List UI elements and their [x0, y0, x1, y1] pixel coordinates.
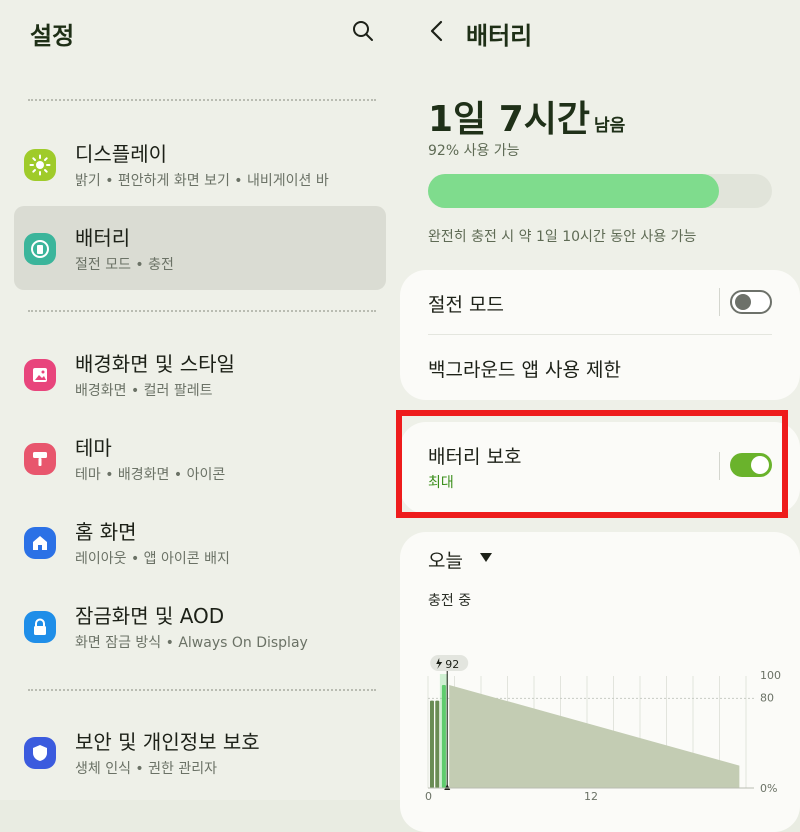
- chart-y-tick-label: 100: [760, 669, 781, 682]
- background-limit-label: 백그라운드 앱 사용 제한: [428, 359, 621, 381]
- sun-icon: [24, 149, 56, 181]
- settings-item-sub: 밝기 • 편안하게 화면 보기 • 내비게이션 바: [75, 173, 329, 189]
- settings-item-label: 배경화면 및 스타일: [75, 352, 235, 376]
- remaining-time: 1일 7시간 남음: [428, 90, 625, 142]
- chart-bar: [429, 700, 434, 788]
- power-saving-toggle[interactable]: [730, 290, 772, 314]
- remaining-suffix: 남음: [594, 116, 626, 136]
- settings-title: 설정: [30, 22, 75, 50]
- chart-y-tick-label: 0%: [760, 782, 777, 795]
- toggle-knob: [735, 294, 751, 310]
- lock-icon: [24, 611, 56, 643]
- battery-available: 92% 사용 가능: [428, 143, 520, 159]
- settings-item-label: 잠금화면 및 AOD: [75, 604, 225, 628]
- settings-panel: 설정 디스플레이 밝기 • 편안하게 화면 보기 • 내비게이션 바 배터리 절…: [0, 0, 400, 800]
- settings-item-lock-screen[interactable]: 잠금화면 및 AOD 화면 잠금 방식 • Always On Display: [14, 584, 386, 668]
- settings-item-sub: 테마 • 배경화면 • 아이콘: [75, 467, 226, 483]
- home-icon: [24, 527, 56, 559]
- settings-item-wallpaper[interactable]: 배경화면 및 스타일 배경화면 • 컬러 팔레트: [14, 332, 386, 416]
- settings-item-battery[interactable]: 배터리 절전 모드 • 충전: [14, 206, 386, 290]
- highlight-box: [396, 410, 788, 518]
- chart-projection-area: [449, 684, 740, 788]
- power-saving-label: 절전 모드: [428, 294, 504, 316]
- chart-y-tick-label: 80: [760, 691, 774, 704]
- power-settings-card: 절전 모드 백그라운드 앱 사용 제한: [400, 270, 800, 400]
- chart-x-tick-label: 12: [584, 790, 598, 800]
- charging-status: 충전 중: [428, 593, 472, 609]
- chevron-down-icon[interactable]: [480, 553, 492, 562]
- search-icon[interactable]: [350, 18, 376, 44]
- settings-item-label: 배터리: [75, 226, 131, 250]
- settings-item-sub: 생체 인식 • 권한 관리자: [75, 761, 217, 777]
- section-divider: [28, 310, 376, 312]
- settings-item-theme[interactable]: 테마 테마 • 배경화면 • 아이콘: [14, 416, 386, 500]
- paint-roller-icon: [24, 443, 56, 475]
- chart-bar: [435, 700, 440, 788]
- shield-icon: [24, 737, 56, 769]
- battery-level-fill: [428, 174, 720, 208]
- settings-item-sub: 배경화면 • 컬러 팔레트: [75, 383, 213, 399]
- chart-badge-value: 92: [445, 658, 459, 671]
- background-limit-row[interactable]: 백그라운드 앱 사용 제한: [400, 335, 800, 400]
- settings-item-display[interactable]: 디스플레이 밝기 • 편안하게 화면 보기 • 내비게이션 바: [14, 122, 386, 206]
- settings-item-sub: 레이아웃 • 앱 아이콘 배지: [75, 551, 230, 567]
- section-divider: [28, 689, 376, 691]
- full-charge-note: 완전히 충전 시 약 1일 10시간 동안 사용 가능: [428, 229, 697, 245]
- battery-usage-chart: 92 100 80 0% 0 12: [425, 655, 781, 800]
- battery-panel: 배터리 1일 7시간 남음 92% 사용 가능 완전히 충전 시 약 1일 10시…: [396, 0, 800, 832]
- battery-icon: [24, 233, 56, 265]
- settings-item-sub: 절전 모드 • 충전: [75, 257, 174, 273]
- settings-item-label: 디스플레이: [75, 142, 167, 166]
- battery-title: 배터리: [466, 22, 533, 50]
- settings-item-label: 홈 화면: [75, 520, 137, 544]
- section-divider: [28, 99, 376, 101]
- period-dropdown[interactable]: 오늘: [428, 546, 463, 573]
- remaining-time-value: 1일 7시간: [428, 99, 590, 140]
- power-saving-row[interactable]: 절전 모드: [400, 270, 800, 334]
- battery-level-bar: [428, 174, 772, 208]
- settings-item-security[interactable]: 보안 및 개인정보 보호 생체 인식 • 권한 관리자: [14, 710, 386, 794]
- wallpaper-icon: [24, 359, 56, 391]
- settings-item-sub: 화면 잠금 방식 • Always On Display: [75, 635, 308, 651]
- settings-item-home-screen[interactable]: 홈 화면 레이아웃 • 앱 아이콘 배지: [14, 500, 386, 584]
- chart-x-tick-label: 0: [425, 790, 432, 800]
- settings-item-label: 보안 및 개인정보 보호: [75, 730, 260, 754]
- back-arrow-icon[interactable]: [426, 18, 448, 44]
- settings-item-label: 테마: [75, 436, 112, 460]
- chart-current-column: [439, 674, 448, 788]
- row-separator: [719, 288, 720, 316]
